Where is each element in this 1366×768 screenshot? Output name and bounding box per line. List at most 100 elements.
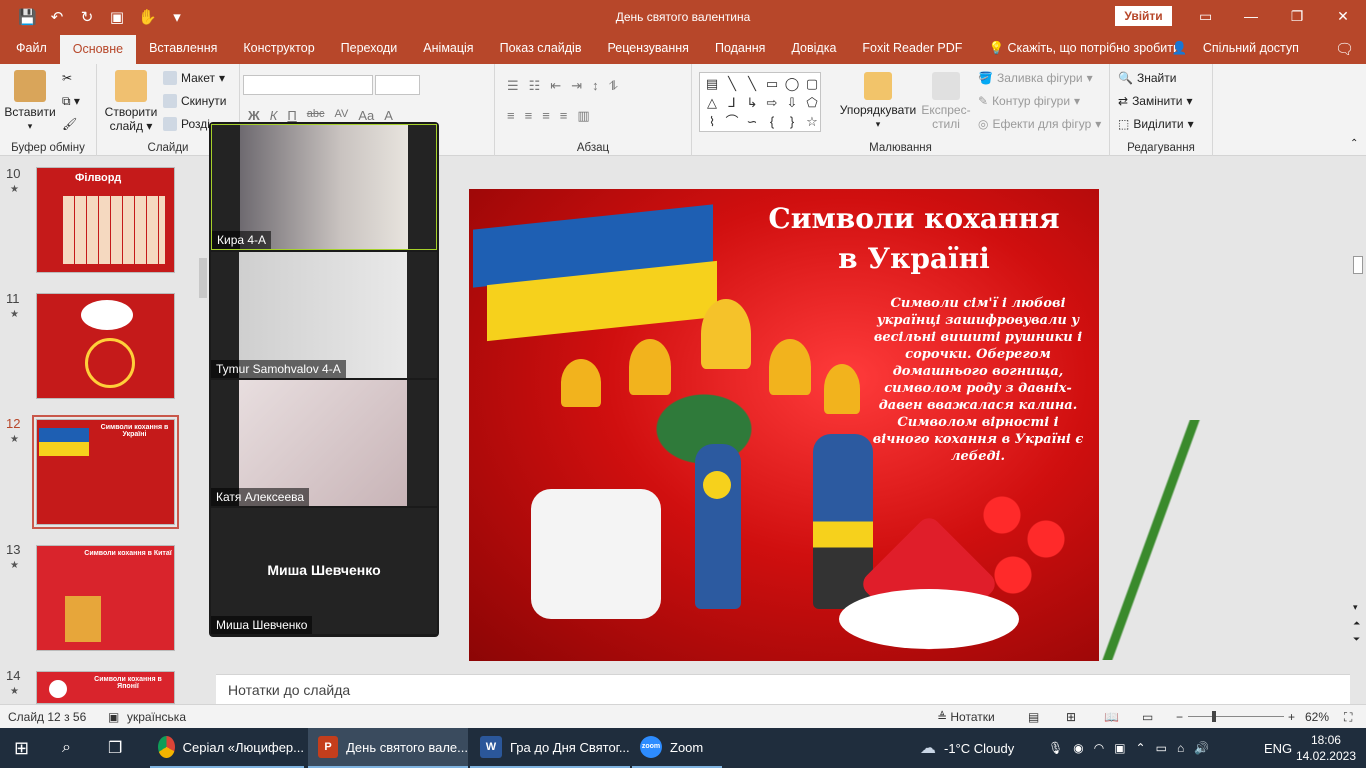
shape-brace-r-icon[interactable]: } (782, 112, 802, 131)
replace-button[interactable]: ⇄ Замінити ▾ (1118, 94, 1192, 108)
windows-start-icon[interactable]: ⊞ (14, 728, 29, 768)
bold-button[interactable]: Ж (248, 108, 260, 123)
shape-line2-icon[interactable]: ╲ (742, 74, 762, 93)
tab-transitions[interactable]: Переходи (328, 33, 411, 64)
taskbar-zoom[interactable]: zoom Zoom (632, 728, 722, 768)
shape-line-icon[interactable]: ╲ (722, 74, 742, 93)
reset-button[interactable]: Скинути (163, 94, 226, 108)
shape-freeform-icon[interactable]: ⌇ (702, 112, 722, 131)
collapse-ribbon-icon[interactable]: ⌃ (1350, 138, 1358, 149)
decrease-indent-icon[interactable]: ⇤ (550, 78, 561, 94)
zoom-video-panel[interactable]: Кира 4-А Tymur Samohvalov 4-A Катя Алекс… (209, 122, 439, 637)
tab-animations[interactable]: Анімація (410, 33, 486, 64)
share-button[interactable]: 👤 Спільний доступ (1160, 41, 1323, 56)
align-center-icon[interactable]: ≡ (525, 108, 533, 124)
slide-body-text[interactable]: Символи сім'ї і любові українці зашифров… (867, 295, 1089, 465)
scrollbar-thumb[interactable] (199, 258, 207, 298)
minimize-icon[interactable]: — (1228, 0, 1274, 33)
spellcheck-icon[interactable]: ▣ (108, 710, 119, 724)
shape-elbow-icon[interactable]: ⅃ (722, 93, 742, 112)
shape-star-down-icon[interactable]: ⬠ (802, 93, 822, 112)
tab-home[interactable]: Основне (59, 35, 137, 64)
shape-arrow-icon[interactable]: ⇨ (762, 93, 782, 112)
maximize-icon[interactable]: ❐ (1274, 0, 1320, 33)
align-left-icon[interactable]: ≡ (507, 108, 515, 124)
slide-thumbnail[interactable]: Символи кохання в Японії (36, 671, 175, 704)
format-painter-icon[interactable]: 🖌 (62, 117, 77, 131)
numbering-icon[interactable]: ☷ (529, 78, 541, 94)
zoom-slider-thumb[interactable] (1212, 711, 1216, 722)
video-tile[interactable]: Кира 4-А (211, 124, 437, 250)
find-button[interactable]: 🔍 Знайти (1118, 71, 1176, 85)
video-tile[interactable]: Катя Алексеева (211, 380, 437, 506)
shape-oval-icon[interactable]: ◯ (782, 74, 802, 93)
taskbar-powerpoint[interactable]: P День святого вале... (308, 728, 468, 768)
shape-arrow-down-icon[interactable]: ⇩ (782, 93, 802, 112)
shape-rect-icon[interactable]: ▭ (762, 74, 782, 93)
shape-outline-button[interactable]: ✎ Контур фігури ▾ (978, 94, 1080, 108)
font-name-combo[interactable] (243, 75, 373, 95)
slide-title[interactable]: Символи кохання в Україні (759, 199, 1069, 279)
thumbnails-scrollbar[interactable] (197, 156, 209, 704)
scroll-down-icon[interactable]: ▾ (1353, 602, 1358, 613)
zoom-slider[interactable] (1188, 716, 1284, 717)
shape-brace-l-icon[interactable]: { (762, 112, 782, 131)
video-tile[interactable]: Tymur Samohvalov 4-A (211, 252, 437, 378)
slide-thumbnail[interactable] (36, 293, 175, 399)
zoom-level[interactable]: 62% (1305, 710, 1329, 724)
section-button[interactable]: Розді (163, 117, 210, 131)
network-icon[interactable]: ⌂ (1177, 741, 1184, 755)
tab-slideshow[interactable]: Показ слайдів (487, 33, 595, 64)
bullets-icon[interactable]: ☰ (507, 78, 519, 94)
shape-rounded-icon[interactable]: ▢ (802, 74, 822, 93)
notes-toggle[interactable]: ≜ Нотатки (937, 710, 995, 724)
tab-view[interactable]: Подання (702, 33, 778, 64)
tray-app-icon[interactable]: ▣ (1114, 741, 1125, 755)
tab-insert[interactable]: Вставлення (136, 33, 230, 64)
notes-pane[interactable]: Нотатки до слайда (216, 674, 1350, 704)
slide-thumbnail[interactable]: Символи кохання в Китаї (36, 545, 175, 651)
copy-icon[interactable]: ⧉ ▾ (62, 94, 80, 109)
shape-elbow2-icon[interactable]: ↳ (742, 93, 762, 112)
taskbar-word[interactable]: W Гра до Дня Святог... (470, 728, 630, 768)
line-spacing-icon[interactable]: ↕ (592, 78, 599, 94)
cut-icon[interactable]: ✂ (62, 71, 72, 85)
change-case-button[interactable]: Aa (358, 108, 374, 123)
customize-qat-icon[interactable]: ▾ (168, 8, 186, 26)
strikethrough-button[interactable]: abc (307, 108, 325, 123)
normal-view-icon[interactable]: ▤ (1028, 710, 1039, 724)
signin-button[interactable]: Увійти (1115, 6, 1172, 26)
weather-widget[interactable]: ☁ -1°C Cloudy (920, 728, 1014, 768)
char-spacing-button[interactable]: AV (335, 108, 349, 123)
justify-icon[interactable]: ≡ (560, 108, 568, 124)
volume-icon[interactable]: 🔊 (1194, 741, 1209, 755)
video-tile[interactable]: Миша Шевченко Миша Шевченко (211, 508, 437, 634)
columns-icon[interactable]: ▥ (577, 108, 589, 124)
font-color-button[interactable]: A (384, 108, 393, 123)
italic-button[interactable]: К (270, 108, 278, 123)
tab-review[interactable]: Рецензування (594, 33, 701, 64)
slideshow-view-icon[interactable]: ▭ (1142, 710, 1153, 724)
close-icon[interactable]: ✕ (1320, 0, 1366, 33)
search-icon[interactable]: ⌕ (62, 728, 71, 768)
wifi-icon[interactable]: ◠ (1094, 741, 1104, 755)
redo-icon[interactable]: ↻ (78, 8, 96, 26)
reading-view-icon[interactable]: 📖 (1104, 710, 1119, 724)
slide-thumbnail[interactable]: Філворд (36, 167, 175, 273)
undo-icon[interactable]: ↶ (48, 8, 66, 26)
language-indicator[interactable]: українська (127, 710, 186, 724)
select-button[interactable]: ⬚ Виділити ▾ (1118, 117, 1194, 131)
shape-arc-icon[interactable]: ⌒ (722, 112, 742, 131)
shape-fill-button[interactable]: 🪣 Заливка фігури ▾ (978, 71, 1093, 85)
tab-help[interactable]: Довідка (778, 33, 849, 64)
shape-star-icon[interactable]: ☆ (802, 112, 822, 131)
slide-scrollbar[interactable]: ▾ ⏶ ⏷ (1350, 156, 1366, 674)
shape-effects-button[interactable]: ◎ Ефекти для фігур ▾ (978, 117, 1101, 131)
next-slide-icon[interactable]: ⏷ (1353, 634, 1360, 645)
layout-button[interactable]: Макет ▾ (163, 71, 225, 85)
zoom-tray-icon[interactable]: ◉ (1073, 741, 1083, 755)
arrange-button[interactable]: Упорядкувати ▾ (838, 72, 918, 131)
fit-slide-icon[interactable]: ⛶ (1344, 710, 1352, 725)
shape-curve-icon[interactable]: ∽ (742, 112, 762, 131)
align-right-icon[interactable]: ≡ (542, 108, 550, 124)
